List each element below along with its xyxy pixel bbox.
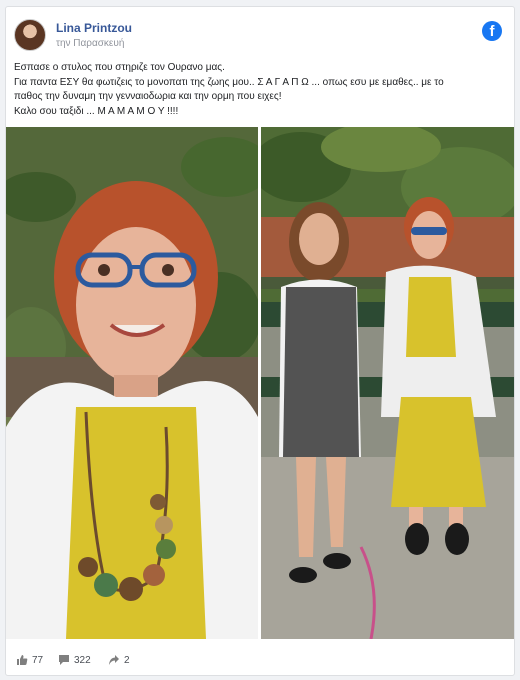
shares-count: 2 bbox=[124, 654, 130, 666]
portrait-illustration bbox=[6, 127, 258, 639]
author-avatar[interactable] bbox=[14, 19, 46, 51]
post-text: Εσπασε ο στυλος που στηριζε τον Ουρανο μ… bbox=[14, 61, 504, 119]
comments-count: 322 bbox=[74, 654, 91, 666]
comment-icon bbox=[58, 654, 70, 666]
bench-illustration bbox=[261, 127, 514, 639]
photo-portrait[interactable] bbox=[6, 127, 258, 639]
share-icon bbox=[108, 654, 120, 666]
post-text-line: Για παντα ΕΣΥ θα φωτιζεις το μονοπατι τη… bbox=[14, 76, 444, 88]
likes-stat[interactable]: 77 bbox=[16, 654, 43, 666]
post-text-line: παθος την δυναμη την γενναιοδωρια και τη… bbox=[14, 91, 282, 102]
post-card: Lina Printzou την Παρασκευή f Εσπασε ο σ… bbox=[5, 6, 515, 676]
post-text-line: Εσπασε ο στυλος που στηριζε τον Ουρανο μ… bbox=[14, 62, 225, 73]
post-text-line: Καλο σου ταξιδι ... Μ Α Μ Α Μ Ο Υ !!!! bbox=[14, 105, 179, 117]
likes-count: 77 bbox=[32, 654, 44, 666]
photo-bench[interactable] bbox=[261, 127, 514, 639]
comments-stat[interactable]: 322 bbox=[58, 654, 91, 666]
thumbs-up-icon bbox=[16, 654, 28, 666]
facebook-icon: f bbox=[482, 21, 502, 41]
post-footer: 77 322 2 bbox=[6, 649, 514, 673]
photo-grid bbox=[6, 127, 514, 639]
post-header: Lina Printzou την Παρασκευή f bbox=[14, 17, 506, 57]
post-timestamp[interactable]: την Παρασκευή bbox=[56, 38, 124, 49]
shares-stat[interactable]: 2 bbox=[108, 654, 130, 666]
author-name[interactable]: Lina Printzou bbox=[56, 21, 132, 35]
